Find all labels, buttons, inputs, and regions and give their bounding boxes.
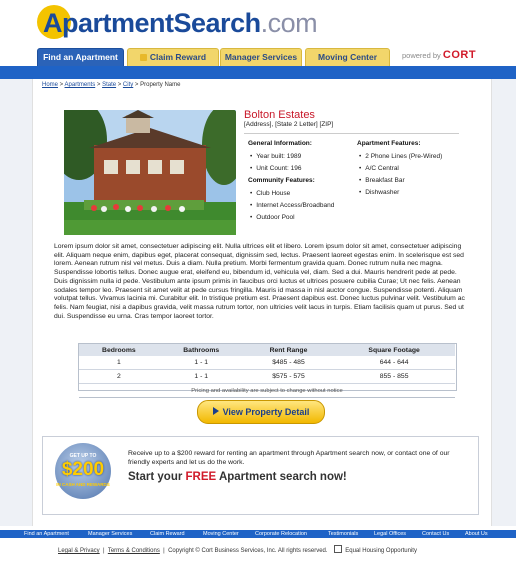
- blue-nav-bar: [0, 66, 516, 79]
- footer-link-testimonials[interactable]: Testimonials: [328, 530, 358, 538]
- legal-privacy-link[interactable]: Legal & Privacy: [58, 548, 100, 554]
- title-divider: [244, 133, 459, 134]
- apartment-feature-item: Breakfast Bar: [359, 177, 404, 184]
- promo-text: Receive up to a $200 reward for renting …: [128, 450, 450, 466]
- apartment-feature-item: 2 Phone Lines (Pre-Wired): [359, 153, 442, 160]
- units-table: Bedrooms Bathrooms Rent Range Square Foo…: [79, 344, 455, 398]
- pricing-note: Pricing and availability are subject to …: [79, 383, 455, 398]
- breadcrumb-home[interactable]: Home: [42, 82, 58, 88]
- terms-conditions-link[interactable]: Terms & Conditions: [108, 548, 160, 554]
- powered-by-cort[interactable]: powered by CORT: [402, 49, 476, 61]
- cell-bathrooms: 1 - 1: [158, 369, 244, 384]
- cell-square-footage: 855 - 855: [333, 369, 455, 384]
- start-search-cta[interactable]: Start your FREE Apartment search now!: [128, 471, 347, 483]
- property-photo-image: [64, 110, 236, 235]
- property-address: [Address], [State 2 Letter] [ZIP]: [244, 121, 334, 128]
- community-features-heading: Community Features:: [248, 177, 315, 184]
- breadcrumb-state[interactable]: State: [102, 82, 116, 88]
- community-feature-item: Outdoor Pool: [250, 214, 294, 221]
- reward-badge[interactable]: GET UP TO $200 IN CASH AND REWARDS: [55, 443, 111, 499]
- cell-rent-range: $485 - 485: [243, 356, 334, 370]
- column-header-bedrooms: Bedrooms: [79, 344, 159, 356]
- tab-manager-services[interactable]: Manager Services: [220, 48, 302, 67]
- community-feature-item: Internet Access/Broadband: [250, 202, 334, 209]
- column-header-rent-range: Rent Range: [243, 344, 334, 356]
- play-arrow-icon: [212, 407, 219, 415]
- equal-housing-icon: [334, 545, 343, 553]
- main-content: Home > Apartments > State > City > Prope…: [32, 79, 492, 526]
- column-header-square-footage: Square Footage: [333, 344, 455, 356]
- property-photo[interactable]: [64, 110, 236, 235]
- badge-bottom-text: IN CASH AND REWARDS: [56, 482, 110, 487]
- cell-rent-range: $575 - 575: [243, 369, 334, 384]
- site-header: ApartmentSearch.com: [0, 0, 516, 48]
- column-header-bathrooms: Bathrooms: [158, 344, 244, 356]
- breadcrumb-current: Property Name: [140, 82, 181, 88]
- footer-link-moving-center[interactable]: Moving Center: [203, 530, 239, 538]
- property-name: Bolton Estates: [244, 109, 315, 121]
- general-info-heading: General Information:: [248, 140, 312, 147]
- table-row: 1 1 - 1 $485 - 485 644 - 644: [79, 356, 455, 370]
- footer-link-about-us[interactable]: About Us: [465, 530, 488, 538]
- footer-link-claim-reward[interactable]: Claim Reward: [150, 530, 185, 538]
- view-property-detail-button[interactable]: View Property Detail: [197, 400, 325, 424]
- logo-text: ApartmentSearch.com: [43, 8, 318, 38]
- cell-bathrooms: 1 - 1: [158, 356, 244, 370]
- property-description: Lorem ipsum dolor sit amet, consectetuer…: [54, 243, 465, 320]
- legal-footer: Legal & Privacy | Terms & Conditions | C…: [58, 545, 417, 554]
- cell-square-footage: 644 - 644: [333, 356, 455, 370]
- apartment-feature-item: Dishwasher: [359, 189, 399, 196]
- apartment-features-heading: Apartment Features:: [357, 140, 421, 147]
- community-feature-item: Club House: [250, 190, 290, 197]
- badge-amount: $200: [61, 459, 105, 480]
- footer-link-manager-services[interactable]: Manager Services: [88, 530, 132, 538]
- general-info-item: Unit Count: 196: [250, 165, 301, 172]
- table-row: 2 1 - 1 $575 - 575 855 - 855: [79, 369, 455, 384]
- copyright-text: Copyright © Cort Business Services, Inc.…: [168, 548, 328, 554]
- footer-links: Find an Apartment Manager Services Claim…: [0, 530, 516, 538]
- breadcrumb-city[interactable]: City: [123, 82, 133, 88]
- footer-link-contact-us[interactable]: Contact Us: [422, 530, 449, 538]
- cell-bedrooms: 2: [79, 369, 159, 384]
- reward-promo-box: GET UP TO $200 IN CASH AND REWARDS Recei…: [42, 436, 479, 515]
- tab-find-apartment[interactable]: Find an Apartment: [37, 48, 124, 67]
- breadcrumb-apartments[interactable]: Apartments: [65, 82, 96, 88]
- footer-link-legal-offices[interactable]: Legal Offices: [374, 530, 406, 538]
- equal-housing-text: Equal Housing Opportunity: [345, 548, 417, 554]
- footer-link-corporate-relocation[interactable]: Corporate Relocation: [255, 530, 307, 538]
- footer-link-find-apartment[interactable]: Find an Apartment: [24, 530, 69, 538]
- tab-moving-center[interactable]: Moving Center: [305, 48, 390, 67]
- pricing-note-row: Pricing and availability are subject to …: [79, 383, 455, 398]
- reward-icon: [139, 54, 147, 61]
- apartment-feature-item: A/C Central: [359, 165, 399, 172]
- breadcrumb: Home > Apartments > State > City > Prope…: [42, 82, 181, 88]
- tab-claim-reward[interactable]: Claim Reward: [127, 48, 219, 67]
- table-header-row: Bedrooms Bathrooms Rent Range Square Foo…: [79, 344, 455, 356]
- cell-bedrooms: 1: [79, 356, 159, 370]
- general-info-item: Year built: 1989: [250, 153, 301, 160]
